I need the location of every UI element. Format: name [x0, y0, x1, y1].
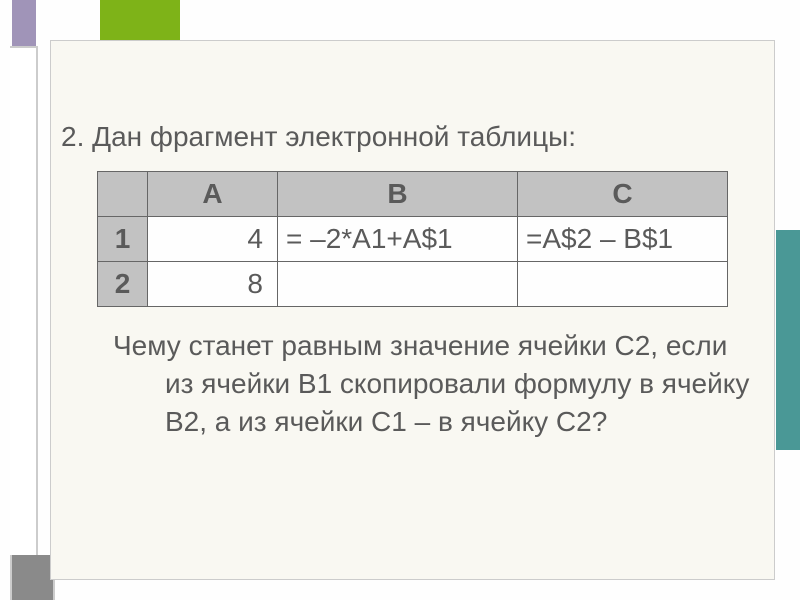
header-b: B — [278, 172, 518, 217]
cell-a2: 8 — [148, 262, 278, 307]
header-a: A — [148, 172, 278, 217]
cell-b2 — [278, 262, 518, 307]
header-c: C — [518, 172, 728, 217]
cell-c2 — [518, 262, 728, 307]
deco-left-bar — [10, 46, 38, 555]
cell-c1: =A$2 – B$1 — [518, 217, 728, 262]
cell-a1: 4 — [148, 217, 278, 262]
question-text: Чему станет равным значение ячейки С2, е… — [61, 327, 754, 440]
prompt-text: 2. Дан фрагмент электронной таблицы: — [61, 121, 764, 153]
row-2-label: 2 — [98, 262, 148, 307]
header-corner — [98, 172, 148, 217]
deco-purple — [12, 0, 36, 46]
slide-frame: 2. Дан фрагмент электронной таблицы: A B… — [0, 0, 800, 600]
deco-green — [100, 0, 180, 40]
table-row: 2 8 — [98, 262, 728, 307]
content-area: 2. Дан фрагмент электронной таблицы: A B… — [50, 40, 775, 580]
row-1-label: 1 — [98, 217, 148, 262]
table-header-row: A B C — [98, 172, 728, 217]
deco-gray — [10, 555, 55, 600]
table-row: 1 4 = –2*A1+A$1 =A$2 – B$1 — [98, 217, 728, 262]
deco-teal — [776, 230, 800, 450]
cell-b1: = –2*A1+A$1 — [278, 217, 518, 262]
spreadsheet-table: A B C 1 4 = –2*A1+A$1 =A$2 – B$1 2 8 — [97, 171, 728, 307]
